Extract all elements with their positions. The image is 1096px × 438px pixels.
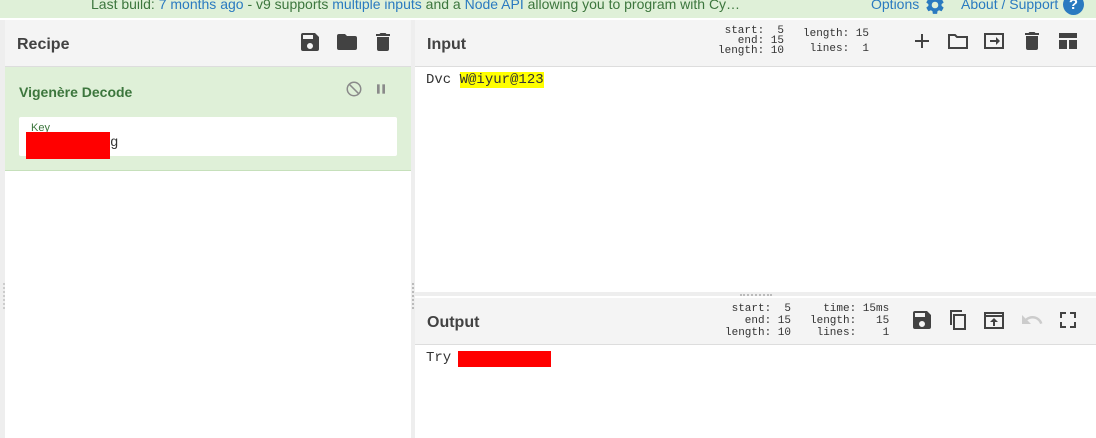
vertical-resize-handle[interactable] <box>412 283 414 309</box>
maximize-icon[interactable] <box>1056 308 1080 332</box>
input-panel: Input start: 5 end: 15 length: 10 length… <box>415 20 1096 292</box>
input-total-length: length: 15 <box>803 28 870 40</box>
operation-vigenere-decode[interactable]: Vigenère Decode Key g <box>5 67 411 171</box>
input-selection-stats: start: 5 end: 15 length: 10 <box>718 26 785 57</box>
trash-icon[interactable] <box>1020 29 1044 53</box>
output-total-stats: time: 15ms length: 15 lines: 1 <box>810 303 890 339</box>
horizontal-resize-handle[interactable] <box>740 294 772 296</box>
banner-suffix: allowing you to program with Cy… <box>523 0 741 12</box>
input-tab-icon[interactable] <box>982 29 1006 53</box>
output-end: end: 15 <box>744 315 792 327</box>
banner-middle: - v9 supports <box>243 0 333 12</box>
output-sel-length: length: 10 <box>725 327 792 339</box>
save-icon[interactable] <box>298 30 322 54</box>
key-value[interactable]: g <box>110 135 118 151</box>
output-text[interactable]: Try <box>426 350 460 366</box>
folder-icon[interactable] <box>335 30 359 54</box>
key-field[interactable]: Key g <box>19 117 397 159</box>
input-text-selected: W@iyur@123 <box>459 72 544 88</box>
output-panel: Output start: 5 end: 15 length: 10 time:… <box>415 298 1096 438</box>
recipe-panel: Recipe Vigenère Decode Key g <box>5 20 411 438</box>
pause-icon[interactable] <box>373 81 389 97</box>
input-sel-length: length: 10 <box>718 45 785 57</box>
output-total-length: length: 15 <box>810 315 890 327</box>
banner-prefix: Last build: <box>91 0 159 12</box>
multiple-inputs-link[interactable]: multiple inputs <box>332 0 422 12</box>
input-title: Input <box>427 36 467 53</box>
help-icon[interactable]: ? <box>1063 0 1084 15</box>
options-link[interactable]: Options <box>871 0 919 12</box>
banner-message: Last build: 7 months ago - v9 supports m… <box>91 0 740 12</box>
trash-icon[interactable] <box>371 30 395 54</box>
input-text-plain: Dvc <box>426 72 460 88</box>
operation-title: Vigenère Decode <box>19 84 133 100</box>
output-title: Output <box>427 314 480 331</box>
output-time: time: 15ms <box>823 303 890 315</box>
key-redaction <box>26 132 110 159</box>
copy-icon[interactable] <box>946 308 970 332</box>
input-total-stats: length: 15 lines: 1 <box>803 28 870 55</box>
output-start: start: 5 <box>731 303 792 315</box>
input-header: Input start: 5 end: 15 length: 10 length… <box>415 20 1096 67</box>
recipe-header: Recipe <box>5 20 411 67</box>
output-redaction <box>458 351 551 367</box>
input-lines: lines: 1 <box>809 43 870 55</box>
output-header: Output start: 5 end: 15 length: 10 time:… <box>415 298 1096 345</box>
undo-icon[interactable] <box>1020 308 1044 332</box>
banner-and: and a <box>421 0 465 12</box>
gear-icon[interactable] <box>924 0 946 16</box>
layout-icon[interactable] <box>1056 29 1080 53</box>
output-lines: lines: 1 <box>816 327 890 339</box>
save-icon[interactable] <box>910 308 934 332</box>
output-selection-stats: start: 5 end: 15 length: 10 <box>725 303 792 339</box>
plus-icon[interactable] <box>910 29 934 53</box>
node-api-link[interactable]: Node API <box>465 0 524 12</box>
about-support-link[interactable]: About / Support <box>961 0 1058 12</box>
replace-input-icon[interactable] <box>982 308 1006 332</box>
recipe-title: Recipe <box>17 36 70 53</box>
disable-icon[interactable] <box>345 80 363 98</box>
top-banner: Last build: 7 months ago - v9 supports m… <box>0 0 1096 18</box>
input-text[interactable]: Dvc W@iyur@123 <box>426 72 544 88</box>
folder-icon[interactable] <box>946 29 970 53</box>
build-age-link[interactable]: 7 months ago <box>159 0 244 12</box>
